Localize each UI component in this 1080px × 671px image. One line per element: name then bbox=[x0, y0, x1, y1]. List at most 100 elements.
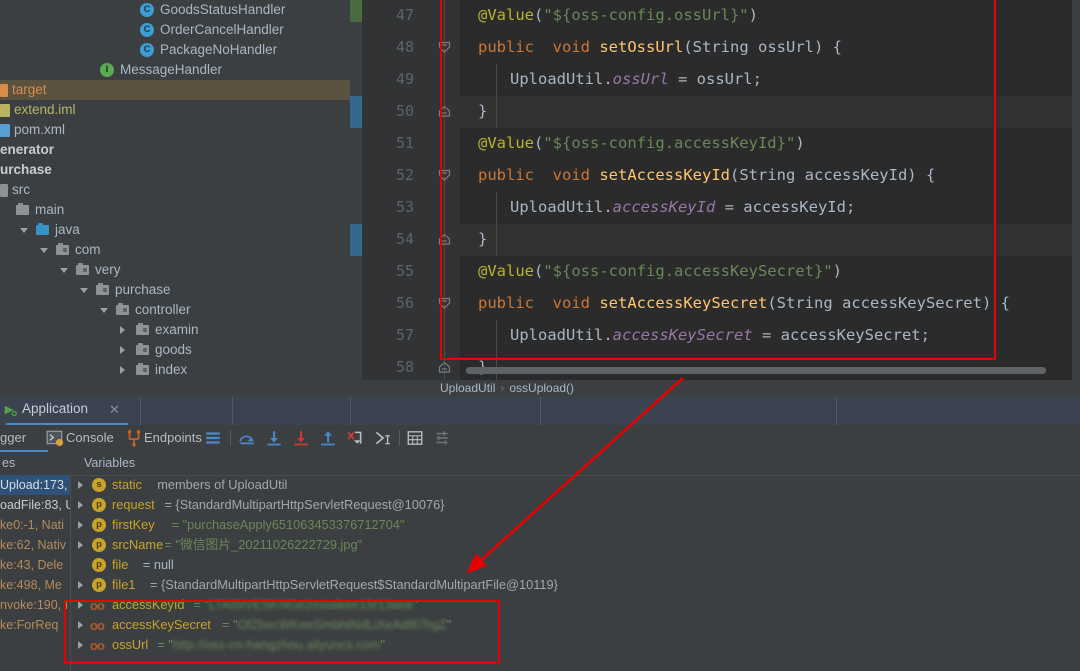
frame-item[interactable]: ke:62, Nativ bbox=[0, 535, 70, 555]
code-line-47[interactable]: @Value("${oss-config.ossUrl}") bbox=[478, 6, 758, 24]
tree-item-ordercancelhandler[interactable]: C OrderCancelHandler bbox=[0, 20, 350, 40]
editor-horizontal-scrollbar[interactable] bbox=[466, 367, 1046, 374]
chevron-right-icon[interactable] bbox=[78, 521, 83, 529]
force-step-into-icon[interactable] bbox=[292, 429, 310, 447]
breadcrumb-method[interactable]: ossUpload() bbox=[509, 381, 574, 395]
fold-marker[interactable] bbox=[438, 41, 451, 54]
chevron-right-icon[interactable] bbox=[78, 641, 83, 649]
tree-item-main[interactable]: main bbox=[0, 200, 350, 220]
fold-marker[interactable] bbox=[438, 297, 451, 310]
tree-item-label: enerator bbox=[0, 142, 55, 157]
variable-row-accesskeysecret[interactable]: oo accessKeySecret = "OfZbxcWKeeSmbhtNdLi… bbox=[70, 615, 1080, 635]
tree-item-index[interactable]: index bbox=[0, 360, 350, 380]
chevron-right-icon[interactable] bbox=[78, 581, 83, 589]
tree-item-com[interactable]: com bbox=[0, 240, 350, 260]
frame-item[interactable]: ke0:-1, Nati bbox=[0, 515, 70, 535]
variable-row-ossurl[interactable]: oo ossUrl = "http://oss-cn-hangzhou.aliyu… bbox=[70, 635, 1080, 655]
editor-gutter[interactable]: 47 48 49 50 51 52 53 54 55 56 57 58 bbox=[350, 0, 460, 380]
code-token: "${oss-config.ossUrl}" bbox=[543, 6, 749, 24]
code-line-52[interactable]: public void setAccessKeyId(String access… bbox=[478, 166, 935, 184]
watch-icon: oo bbox=[90, 598, 105, 613]
fold-marker[interactable] bbox=[438, 361, 451, 374]
code-token: UploadUtil. bbox=[510, 70, 613, 88]
project-tree-panel[interactable]: C GoodsStatusHandler C OrderCancelHandler C P… bbox=[0, 0, 350, 396]
variable-row-file1[interactable]: p file1 = {StandardMultipartHttpServletRe… bbox=[70, 575, 1080, 595]
frame-item[interactable]: Upload:173, bbox=[0, 475, 70, 495]
tab-application[interactable]: Application ✕ bbox=[0, 396, 140, 425]
tree-item-packagenohandler[interactable]: C PackageNoHandler bbox=[0, 40, 350, 60]
variable-name: request bbox=[112, 497, 155, 512]
step-over-icon[interactable] bbox=[238, 429, 256, 447]
code-line-57[interactable]: UploadUtil.accessKeySecret = accessKeySe… bbox=[510, 326, 930, 344]
frame-item[interactable]: ke:ForReq bbox=[0, 615, 70, 635]
tree-item-urchase[interactable]: urchase bbox=[0, 160, 350, 180]
code-line-50[interactable]: } bbox=[478, 102, 487, 120]
chevron-down-icon[interactable] bbox=[80, 288, 88, 293]
layout-icon[interactable] bbox=[204, 429, 222, 447]
chevron-down-icon[interactable] bbox=[20, 228, 28, 233]
fold-marker[interactable] bbox=[438, 233, 451, 246]
module-folder-icon bbox=[0, 84, 8, 97]
tree-item-purchase[interactable]: purchase bbox=[0, 280, 350, 300]
tree-item-messagehandler[interactable]: I MessageHandler bbox=[0, 60, 350, 80]
tree-item-enerator[interactable]: enerator bbox=[0, 140, 350, 160]
fold-marker[interactable] bbox=[438, 105, 451, 118]
settings-icon[interactable] bbox=[433, 429, 451, 447]
variable-row-firstkey[interactable]: p firstKey = "purchaseApply65106345337671… bbox=[70, 515, 1080, 535]
chevron-right-icon[interactable] bbox=[120, 366, 125, 374]
tree-item-examin[interactable]: examin bbox=[0, 320, 350, 340]
breadcrumb[interactable]: UploadUtil › ossUpload() bbox=[350, 380, 1080, 396]
variable-row-accesskeyid[interactable]: oo accessKeyId = "LTAI5tVESKNGe2ssIalkee1… bbox=[70, 595, 1080, 615]
variable-row-static[interactable]: s static members of UploadUtil bbox=[70, 475, 1080, 495]
chevron-right-icon[interactable] bbox=[78, 541, 83, 549]
tree-item-pom-xml[interactable]: pom.xml bbox=[0, 120, 350, 140]
run-to-cursor-icon[interactable] bbox=[373, 429, 391, 447]
step-out-icon[interactable] bbox=[319, 429, 337, 447]
code-line-56[interactable]: public void setAccessKeySecret(String ac… bbox=[478, 294, 1010, 312]
tree-item-goodsstatushandler[interactable]: C GoodsStatusHandler bbox=[0, 0, 350, 20]
tree-item-target[interactable]: target bbox=[0, 80, 350, 100]
evaluate-icon[interactable] bbox=[406, 429, 424, 447]
tab-endpoints[interactable]: Endpoints bbox=[144, 430, 202, 445]
close-icon[interactable]: ✕ bbox=[109, 402, 120, 418]
breadcrumb-class[interactable]: UploadUtil bbox=[440, 381, 495, 395]
chevron-right-icon[interactable] bbox=[78, 621, 83, 629]
step-into-icon[interactable] bbox=[265, 429, 283, 447]
frames-header-label: es bbox=[2, 456, 16, 470]
tree-item-goods[interactable]: goods bbox=[0, 340, 350, 360]
code-line-53[interactable]: UploadUtil.accessKeyId = accessKeyId; bbox=[510, 198, 855, 216]
chevron-right-icon[interactable] bbox=[78, 481, 83, 489]
chevron-right-icon[interactable] bbox=[78, 601, 83, 609]
frame-item[interactable]: ke:498, Me bbox=[0, 575, 70, 595]
frame-item[interactable]: nvoke:190, I bbox=[0, 595, 70, 615]
code-editor[interactable]: @Value("${oss-config.ossUrl}") public voi… bbox=[460, 0, 1080, 380]
chevron-right-icon[interactable] bbox=[120, 326, 125, 334]
tree-item-controller[interactable]: controller bbox=[0, 300, 350, 320]
variable-row-file[interactable]: p file = null bbox=[70, 555, 1080, 575]
code-line-55[interactable]: @Value("${oss-config.accessKeySecret}") bbox=[478, 262, 842, 280]
drop-frame-icon[interactable] bbox=[346, 429, 364, 447]
code-line-48[interactable]: public void setOssUrl(String ossUrl) { bbox=[478, 38, 842, 56]
tree-item-src[interactable]: src bbox=[0, 180, 350, 200]
tab-debugger[interactable]: gger bbox=[0, 430, 26, 445]
chevron-down-icon[interactable] bbox=[60, 268, 68, 273]
frames-panel[interactable]: es Upload:173, oadFile:83, Uke0:-1, Nati k… bbox=[0, 452, 71, 671]
tree-item-very[interactable]: very bbox=[0, 260, 350, 280]
fold-marker[interactable] bbox=[438, 169, 451, 182]
chevron-right-icon[interactable] bbox=[78, 501, 83, 509]
chevron-down-icon[interactable] bbox=[100, 308, 108, 313]
tree-item-extend-iml[interactable]: extend.iml bbox=[0, 100, 350, 120]
variable-row-srcname[interactable]: p srcName = "微信图片_20211026222729.jpg" bbox=[70, 535, 1080, 555]
chevron-down-icon[interactable] bbox=[40, 248, 48, 253]
variable-row-request[interactable]: p request = {StandardMultipartHttpServlet… bbox=[70, 495, 1080, 515]
console-icon bbox=[46, 430, 64, 447]
tab-console[interactable]: Console bbox=[66, 430, 114, 445]
frame-item[interactable]: oadFile:83, U bbox=[0, 495, 70, 515]
chevron-right-icon[interactable] bbox=[120, 346, 125, 354]
code-line-54[interactable]: } bbox=[478, 230, 487, 248]
code-line-51[interactable]: @Value("${oss-config.accessKeyId}") bbox=[478, 134, 805, 152]
debug-toolbar: gger Console Endpoints bbox=[0, 425, 1080, 452]
tree-item-java[interactable]: java bbox=[0, 220, 350, 240]
frame-item[interactable]: ke:43, Dele bbox=[0, 555, 70, 575]
code-line-49[interactable]: UploadUtil.ossUrl = ossUrl; bbox=[510, 70, 762, 88]
